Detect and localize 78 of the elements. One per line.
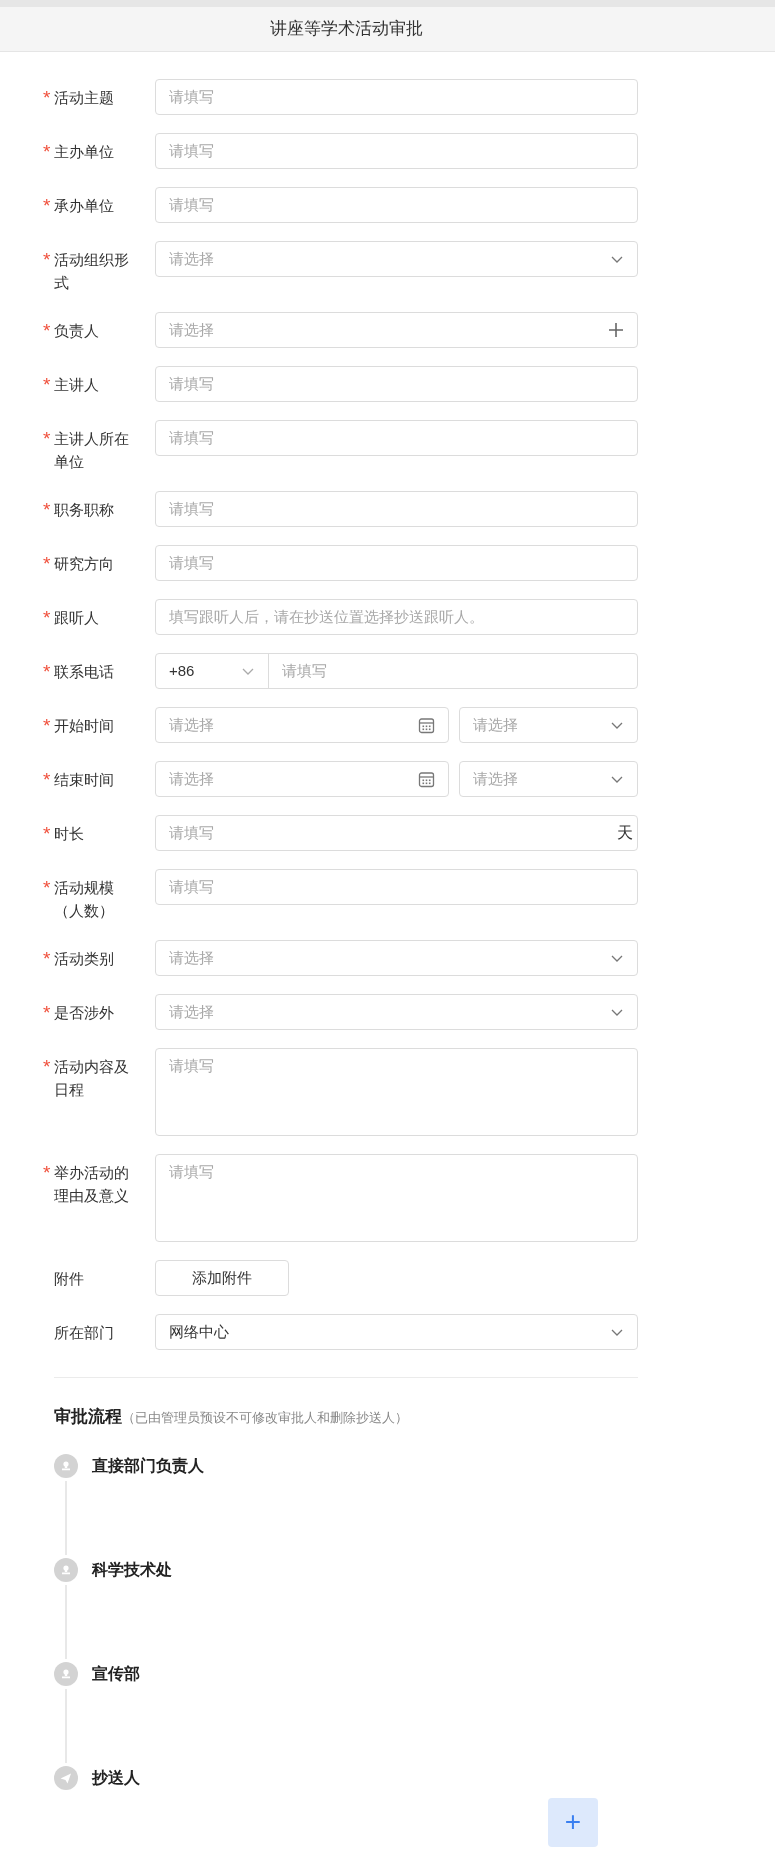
required-mark: * [43, 1001, 51, 1024]
add-attachment-button[interactable]: 添加附件 [155, 1260, 289, 1296]
paper-plane-icon [54, 1765, 78, 1790]
time-select[interactable]: 请选择 [459, 707, 638, 743]
field-label: 附件 [54, 1269, 85, 1289]
step-name: 抄送人 [92, 1767, 140, 1788]
duration-field[interactable]: 请填写 天 [155, 815, 638, 851]
field-label: 活动组织形式 [54, 250, 130, 293]
required-mark: * [43, 876, 51, 900]
field-label: 负责人 [54, 321, 100, 341]
section-note: （已由管理员预设不可修改审批人和删除抄送人） [122, 1409, 408, 1427]
field-label: 活动类别 [54, 949, 115, 969]
field-label: 研究方向 [54, 554, 115, 574]
required-mark: * [43, 947, 51, 970]
required-mark: * [43, 319, 51, 342]
field-label: 结束时间 [54, 770, 115, 790]
required-mark: * [43, 606, 51, 629]
required-mark: * [43, 822, 51, 845]
required-mark: * [43, 768, 51, 791]
field-label: 是否涉外 [54, 1003, 115, 1023]
required-mark: * [43, 140, 51, 163]
text-field[interactable]: 请填写 [155, 133, 638, 169]
field-label: 主讲人所在单位 [54, 429, 130, 472]
select-field[interactable]: 请选择 [155, 241, 638, 277]
person-icon [54, 1661, 78, 1686]
field-label: 活动主题 [54, 88, 115, 108]
text-area[interactable]: 请填写 [155, 1048, 638, 1136]
required-mark: * [43, 1055, 51, 1079]
time-select[interactable]: 请选择 [459, 761, 638, 797]
text-field[interactable]: 请填写 [155, 869, 638, 905]
required-mark: * [43, 86, 51, 109]
required-mark: * [43, 714, 51, 737]
required-mark: * [43, 1161, 51, 1185]
required-mark: * [43, 427, 51, 451]
unit-label: 天 [617, 823, 633, 843]
person-icon [54, 1557, 78, 1582]
step-name: 宣传部 [92, 1663, 140, 1684]
select-field[interactable]: 请选择 [155, 312, 638, 348]
text-area[interactable]: 请填写 [155, 1154, 638, 1242]
field-label: 承办单位 [54, 196, 115, 216]
date-field[interactable]: 请选择 [155, 761, 449, 797]
field-label: 所在部门 [54, 1323, 115, 1343]
field-label: 职务职称 [54, 500, 115, 520]
plus-icon [608, 322, 624, 338]
select-field[interactable]: 网络中心 [155, 1314, 638, 1350]
person-icon [54, 1453, 78, 1478]
text-field[interactable]: 请填写 [155, 366, 638, 402]
date-field[interactable]: 请选择 [155, 707, 449, 743]
text-field[interactable]: 请填写 [155, 491, 638, 527]
page-title: 讲座等学术活动审批 [269, 19, 423, 39]
select-field[interactable]: 请选择 [155, 940, 638, 976]
step-name: 科学技术处 [92, 1559, 172, 1580]
required-mark: * [43, 373, 51, 396]
section-title: 审批流程 [54, 1406, 122, 1428]
calendar-icon [418, 716, 435, 734]
calendar-icon [418, 770, 435, 788]
field-label: 举办活动的理由及意义 [54, 1163, 130, 1206]
required-mark: * [43, 498, 51, 521]
text-field[interactable]: 请填写 [155, 545, 638, 581]
required-mark: * [43, 194, 51, 217]
text-field[interactable]: 请填写 [155, 187, 638, 223]
text-field[interactable]: 请填写 [155, 79, 638, 115]
field-label: 联系电话 [54, 662, 115, 682]
required-mark: * [43, 248, 51, 272]
field-label: 开始时间 [54, 716, 115, 736]
field-label: 主办单位 [54, 142, 115, 162]
field-label: 跟听人 [54, 608, 100, 628]
select-field[interactable]: 请选择 [155, 994, 638, 1030]
text-field[interactable]: 填写跟听人后，请在抄送位置选择抄送跟听人。 [155, 599, 638, 635]
field-label: 主讲人 [54, 375, 100, 395]
field-label: 活动内容及日程 [54, 1057, 130, 1100]
required-mark: * [43, 660, 51, 683]
add-button[interactable]: + [548, 1797, 598, 1847]
required-mark: * [43, 552, 51, 575]
text-field[interactable]: 请填写 [155, 420, 638, 456]
field-label: 活动规模（人数） [54, 878, 115, 921]
field-label: 时长 [54, 824, 85, 844]
step-name: 直接部门负责人 [92, 1455, 204, 1477]
